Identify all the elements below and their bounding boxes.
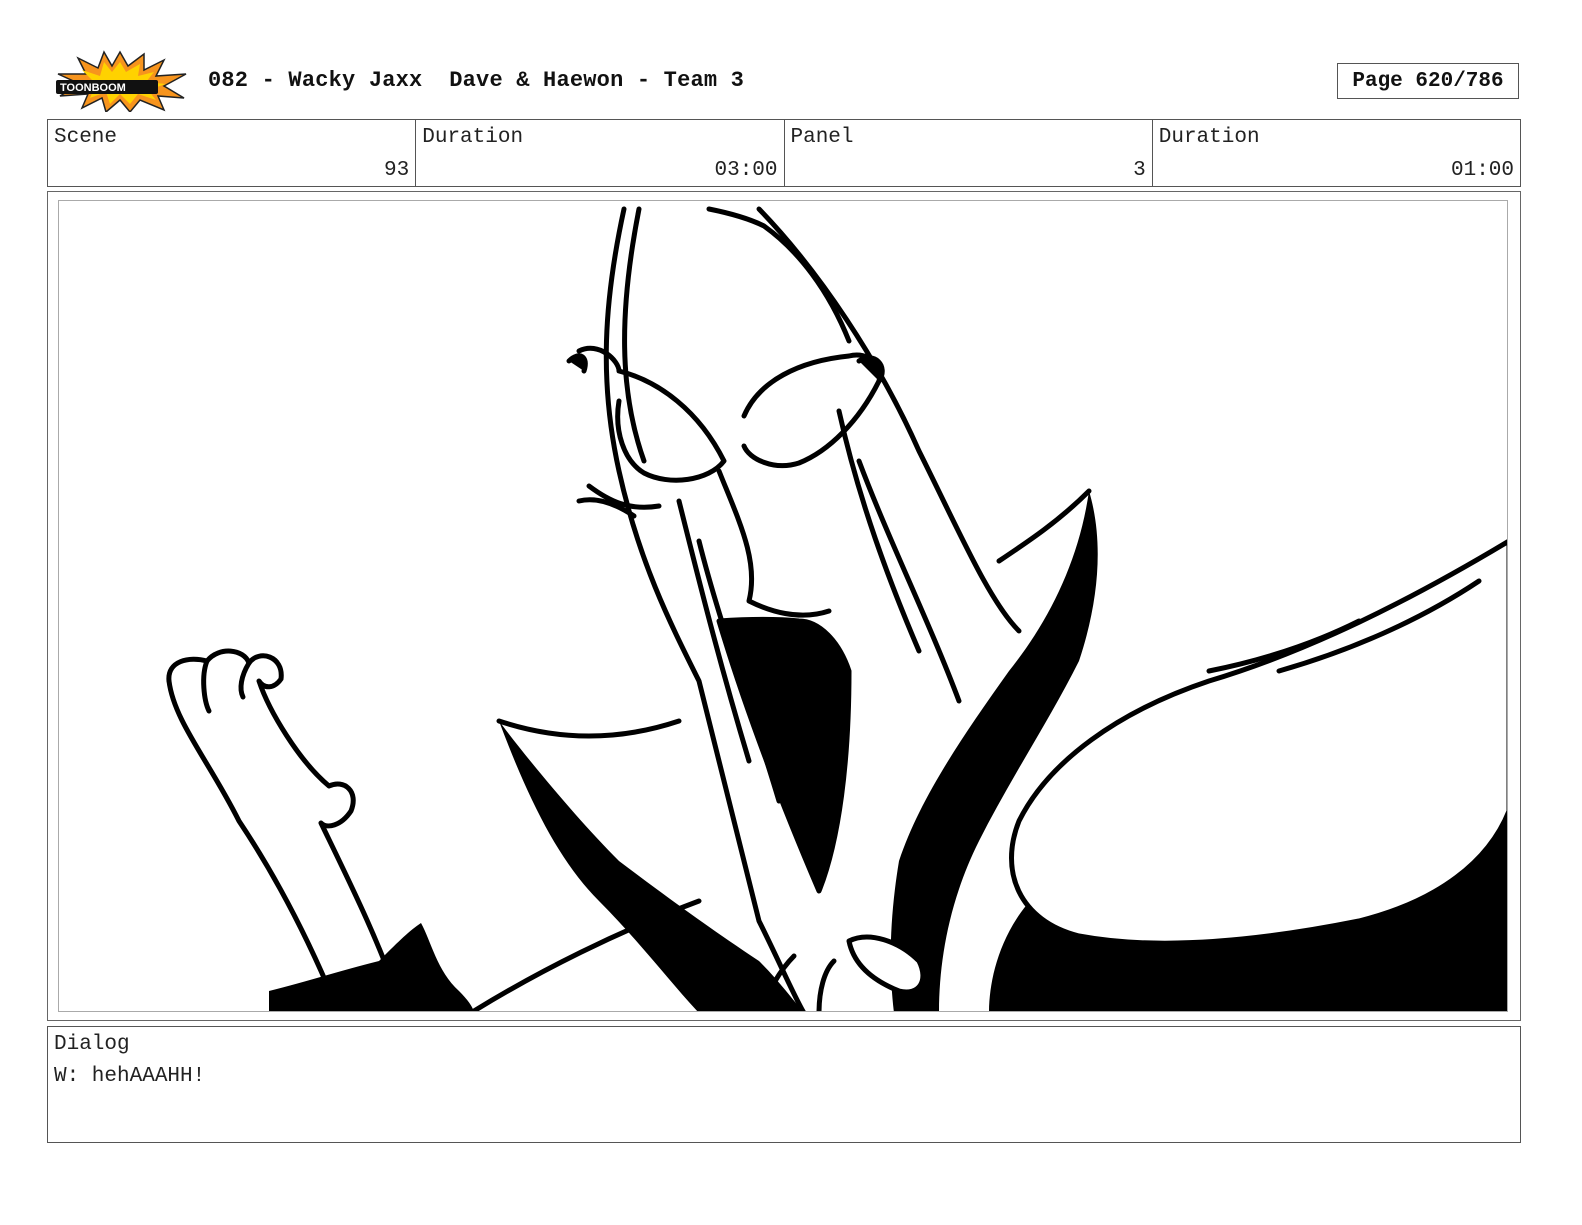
scene-label: Scene: [54, 126, 118, 149]
scene-info-bar: Scene 93 Duration 03:00 Panel 3 Duration…: [47, 119, 1521, 187]
storyboard-panel: [47, 191, 1521, 1021]
scene-duration-label: Duration: [422, 126, 524, 149]
logo-text: TOONBOOM: [60, 82, 126, 94]
dialog-line: W: hehAAAHH!: [54, 1065, 206, 1088]
panel-duration-value: 01:00: [1450, 159, 1514, 182]
logo-burst-icon: TOONBOOM: [56, 50, 187, 114]
storyboard-sketch: [166, 206, 1507, 1011]
panel-cell: Panel 3: [785, 120, 1153, 186]
dialog-label: Dialog: [54, 1033, 130, 1056]
page-number: Page 620/786: [1337, 63, 1519, 99]
scene-value: 93: [384, 159, 410, 182]
document-title: 082 - Wacky Jaxx Dave & Haewon - Team 3: [208, 68, 745, 93]
scene-duration-value: 03:00: [714, 159, 778, 182]
panel-value: 3: [1133, 159, 1146, 182]
scene-cell: Scene 93: [48, 120, 417, 186]
dialog-box: Dialog W: hehAAAHH!: [47, 1026, 1521, 1143]
scene-duration-cell: Duration 03:00: [416, 120, 785, 186]
open-mouth-shape: [716, 617, 852, 894]
storyboard-image-area: [58, 200, 1508, 1012]
raised-arm-drawing: [166, 648, 402, 1004]
panel-duration-label: Duration: [1158, 126, 1260, 149]
panel-label: Panel: [790, 126, 854, 149]
panel-duration-cell: Duration 01:00: [1153, 120, 1520, 186]
toonboom-logo: TOONBOOM: [52, 50, 188, 114]
